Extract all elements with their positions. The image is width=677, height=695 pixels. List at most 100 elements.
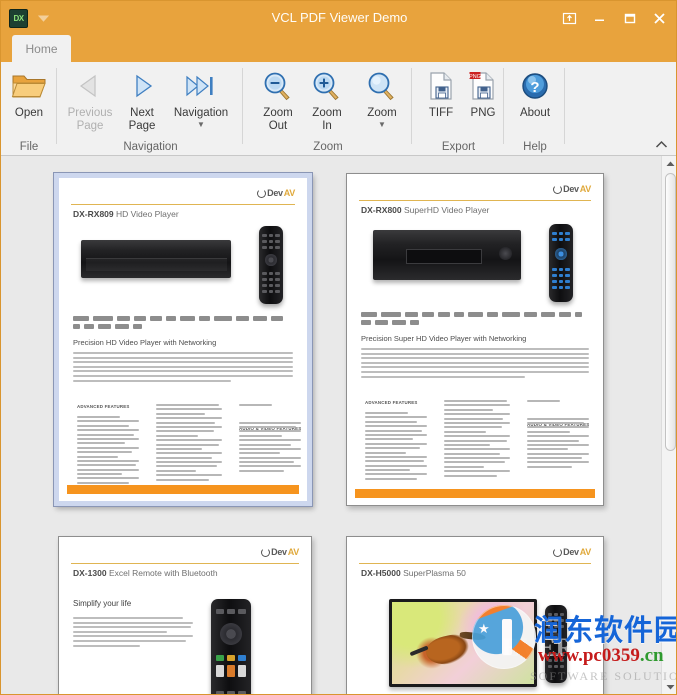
navigation-button[interactable]: Navigation ▼ — [163, 66, 239, 129]
pdf-page-1[interactable]: Dev AV DX-RX809 HD Video Player Precisio… — [54, 173, 312, 506]
page-rule — [359, 563, 591, 564]
quick-access-toolbar-dropdown[interactable] — [35, 10, 51, 26]
pdf-page-2[interactable]: Dev AV DX-RX800 SuperHD Video Player Pre… — [346, 173, 604, 506]
devav-logo-av: AV — [283, 188, 296, 198]
pdf-page-1-col2-lines — [156, 404, 222, 483]
vertical-scrollbar-thumb[interactable] — [665, 173, 676, 451]
devav-logo-av: AV — [287, 547, 300, 557]
pdf-page-4-title: DX-H5000 SuperPlasma 50 — [361, 568, 466, 578]
ribbon-tab-strip: Home — [1, 35, 676, 62]
previous-page-label-1: Previous — [67, 107, 113, 119]
ribbon-group-navigation: Previous Page Next Page Navigation ▼ Nav… — [58, 62, 243, 155]
ribbon-group-export-label: Export — [441, 141, 476, 153]
product-image-player — [81, 240, 231, 278]
window-controls — [554, 1, 674, 35]
devav-logo-ring — [257, 188, 267, 198]
remote-dpad — [219, 623, 243, 646]
zoom-icon — [366, 66, 398, 106]
app-icon[interactable]: DX — [9, 8, 28, 28]
previous-page-button[interactable]: Previous Page — [62, 66, 118, 133]
zoom-in-label-2: In — [322, 120, 332, 132]
devav-logo: Dev AV — [261, 547, 299, 557]
pdf-page-4-model: DX-H5000 — [361, 568, 401, 578]
pdf-page-1-col3-lines — [239, 404, 301, 474]
pdf-page-2-col1-lines — [365, 412, 427, 482]
ribbon-group-help-label: Help — [523, 141, 547, 153]
close-button[interactable] — [644, 3, 674, 33]
maximize-button[interactable] — [614, 3, 644, 33]
player-faceplate — [85, 258, 227, 272]
remote-dpad — [265, 254, 277, 266]
devav-logo-ring — [261, 547, 271, 557]
pdf-page-2-col3-lines — [527, 400, 589, 470]
about-button-label: About — [519, 107, 551, 119]
zoom-out-button[interactable]: Zoom Out — [250, 66, 306, 133]
minimize-icon — [594, 19, 604, 21]
pdf-viewer-window: DX VCL PDF Viewer Demo Home Open File Pr… — [0, 0, 677, 695]
pdf-page-2-heading: Precision Super HD Video Player with Net… — [361, 334, 527, 343]
pdf-page-1-content: Dev AV DX-RX809 HD Video Player Precisio… — [59, 178, 307, 501]
scroll-up-button[interactable] — [662, 156, 676, 172]
tab-home[interactable]: Home — [12, 35, 71, 62]
page-rule — [71, 204, 295, 205]
document-viewer[interactable]: Dev AV DX-RX809 HD Video Player Precisio… — [1, 156, 676, 694]
pdf-page-1-subtitle: HD Video Player — [116, 209, 179, 219]
pdf-page-2-content: Dev AV DX-RX800 SuperHD Video Player Pre… — [347, 174, 603, 505]
pdf-page-3-subtitle: Excel Remote with Bluetooth — [108, 568, 218, 578]
ribbon-group-file-label: File — [19, 141, 39, 153]
ribbon-collapse-button[interactable] — [655, 138, 668, 152]
next-page-icon — [125, 66, 159, 106]
export-png-button[interactable]: PNG PNG — [455, 66, 511, 120]
export-tiff-label: TIFF — [428, 107, 454, 119]
pdf-page-4-subtitle: SuperPlasma 50 — [403, 568, 466, 578]
pdf-page-2-body — [361, 348, 589, 380]
pdf-page-2-model: DX-RX800 — [361, 205, 402, 215]
ribbon-display-options-icon — [562, 12, 576, 24]
ribbon-display-options-button[interactable] — [554, 3, 584, 33]
certification-logos — [361, 312, 589, 325]
zoom-button-label: Zoom — [367, 107, 397, 119]
navigation-dropdown-caret[interactable]: ▼ — [197, 121, 205, 129]
export-tiff-icon — [427, 66, 455, 106]
next-page-label-1: Next — [130, 107, 154, 119]
chevron-down-icon — [37, 15, 49, 22]
scroll-down-icon — [666, 685, 675, 690]
pdf-page-3-heading: Simplify your life — [73, 599, 132, 608]
minimize-button[interactable] — [584, 3, 614, 33]
devav-logo-av: AV — [579, 184, 592, 194]
product-image-remote — [549, 224, 573, 302]
zoom-in-label-1: Zoom — [312, 107, 342, 119]
previous-page-label-2: Page — [76, 120, 104, 132]
zoom-in-icon — [311, 66, 343, 106]
zoom-dropdown-caret[interactable]: ▼ — [378, 121, 386, 129]
maximize-icon — [624, 13, 635, 23]
export-png-label: PNG — [470, 107, 496, 119]
scroll-down-button[interactable] — [662, 679, 676, 694]
zoom-out-icon — [262, 66, 294, 106]
pdf-page-2-title: DX-RX800 SuperHD Video Player — [361, 205, 489, 215]
next-page-button[interactable]: Next Page — [114, 66, 170, 133]
title-bar: DX VCL PDF Viewer Demo — [1, 1, 676, 35]
pdf-page-1-heading: Precision HD Video Player with Networkin… — [73, 338, 217, 347]
tv-screen-image — [392, 602, 534, 684]
about-icon: ? — [520, 66, 550, 106]
about-button[interactable]: ? About — [507, 66, 563, 120]
scroll-up-icon — [666, 161, 675, 166]
page-rule — [71, 563, 299, 564]
product-image-remote — [545, 605, 567, 683]
zoom-out-label-1: Zoom — [263, 107, 293, 119]
pdf-page-2-col1-head: ADVANCED FEATURES — [365, 400, 418, 405]
pdf-page-4[interactable]: Dev AV DX-H5000 SuperPlasma 50 — [346, 536, 604, 694]
vertical-scrollbar[interactable] — [661, 156, 676, 694]
export-png-icon: PNG — [469, 66, 497, 106]
open-button-label: Open — [14, 107, 44, 119]
product-image-tv — [389, 599, 537, 687]
open-button[interactable]: Open — [1, 66, 57, 120]
open-folder-icon — [11, 66, 47, 106]
zoom-in-button[interactable]: Zoom In — [299, 66, 355, 133]
navigation-button-label: Navigation — [173, 107, 229, 119]
pdf-page-3[interactable]: Dev AV DX-1300 Excel Remote with Bluetoot… — [58, 536, 312, 694]
zoom-button[interactable]: Zoom ▼ — [354, 66, 410, 129]
tab-home-label: Home — [25, 41, 58, 56]
ribbon-group-help: ? About Help — [505, 62, 565, 155]
